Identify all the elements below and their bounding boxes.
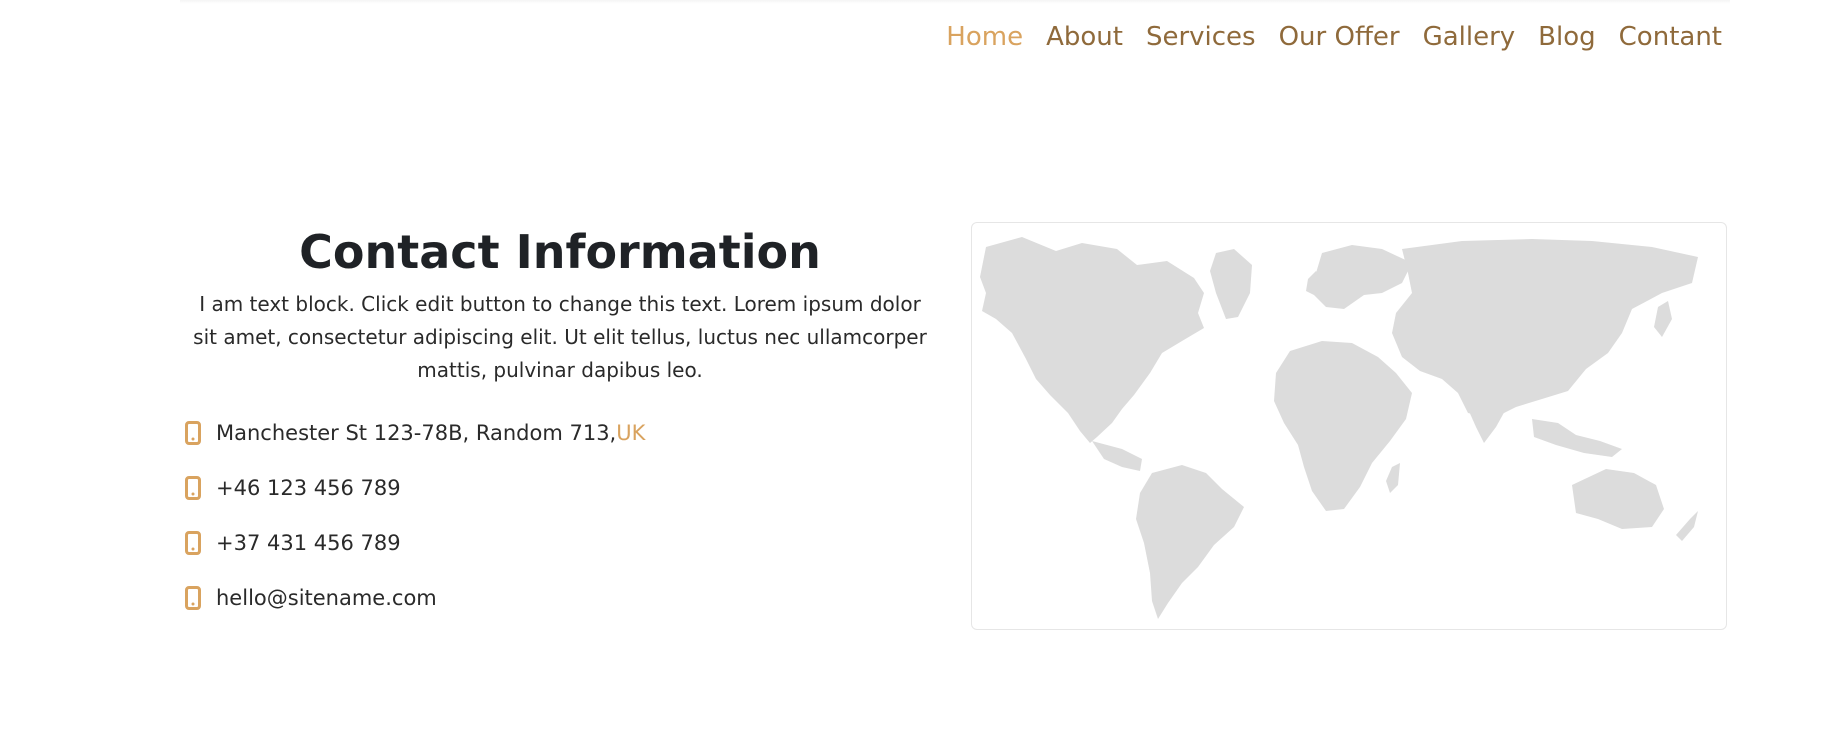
page: Home About Services Our Offer Gallery Bl… xyxy=(0,0,1823,729)
contact-list: Manchester St 123-78B, Random 713, UK +46… xyxy=(180,405,940,625)
phone-1-text: +46 123 456 789 xyxy=(216,475,401,500)
nav-gallery[interactable]: Gallery xyxy=(1423,18,1516,56)
nav-home[interactable]: Home xyxy=(946,18,1023,56)
world-map-graphic xyxy=(980,237,1698,619)
email-text: hello@sitename.com xyxy=(216,585,437,610)
phone-icon xyxy=(180,475,206,501)
nav-about[interactable]: About xyxy=(1046,18,1123,56)
contact-address: Manchester St 123-78B, Random 713, UK xyxy=(180,405,940,460)
main-nav: Home About Services Our Offer Gallery Bl… xyxy=(923,18,1722,56)
address-text: Manchester St 123-78B, Random 713, xyxy=(216,420,617,445)
contact-email: hello@sitename.com xyxy=(180,570,940,625)
nav-blog[interactable]: Blog xyxy=(1538,18,1595,56)
phone-icon xyxy=(180,585,206,611)
nav-our-offer[interactable]: Our Offer xyxy=(1279,18,1400,56)
contact-section: Contact Information I am text block. Cli… xyxy=(180,220,940,625)
world-map xyxy=(971,222,1727,630)
phone-icon xyxy=(180,530,206,556)
contact-phone-1: +46 123 456 789 xyxy=(180,460,940,515)
contact-title: Contact Information xyxy=(299,225,821,279)
contact-phone-2: +37 431 456 789 xyxy=(180,515,940,570)
nav-contant[interactable]: Contant xyxy=(1619,18,1722,56)
nav-services[interactable]: Services xyxy=(1146,18,1256,56)
header-shadow xyxy=(180,0,1730,4)
address-country: UK xyxy=(616,420,646,445)
phone-2-text: +37 431 456 789 xyxy=(216,530,401,555)
phone-icon xyxy=(180,420,206,446)
contact-description: I am text block. Click edit button to ch… xyxy=(193,292,927,382)
